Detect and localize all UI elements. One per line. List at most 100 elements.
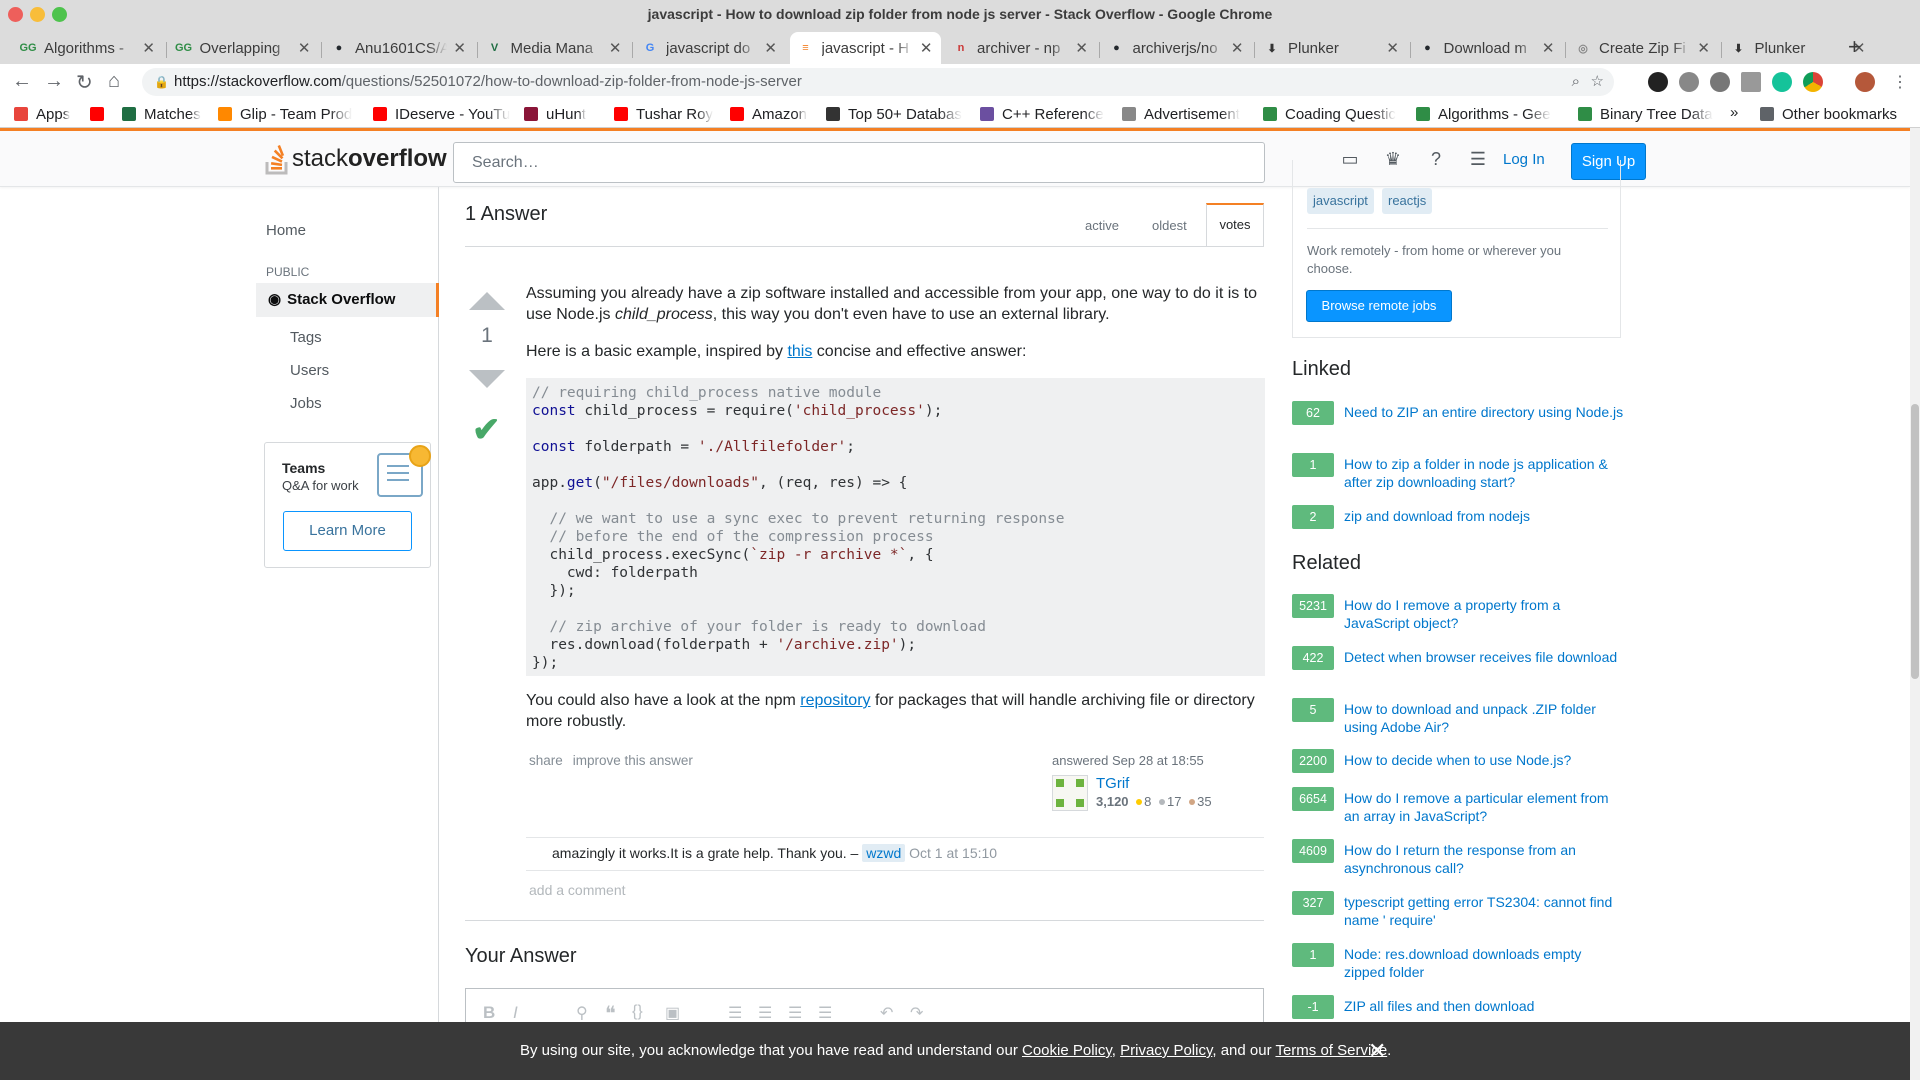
tag-javascript[interactable]: javascript (1307, 188, 1374, 214)
nav-stackoverflow[interactable]: ◉ Stack Overflow (256, 283, 439, 317)
grammarly-icon[interactable] (1772, 72, 1792, 92)
extension-icon[interactable] (1741, 72, 1761, 92)
new-tab-button[interactable]: + (1848, 34, 1861, 60)
answer-link[interactable]: this (787, 343, 812, 360)
upvote-arrow-icon[interactable] (469, 292, 505, 310)
improve-answer-link[interactable]: improve this answer (573, 753, 693, 768)
browser-tab[interactable]: ● Download m ✕ (1412, 32, 1563, 64)
close-icon[interactable]: ✕ (1368, 1038, 1386, 1064)
browser-tab[interactable]: ● archiverjs/no ✕ (1101, 32, 1252, 64)
question-link[interactable]: How do I return the response from an asy… (1344, 841, 1624, 877)
other-bookmarks-folder[interactable]: Other bookmarks (1760, 104, 1897, 124)
chrome-icon[interactable] (1803, 72, 1823, 92)
maximize-window-button[interactable] (52, 7, 67, 22)
browser-tab[interactable]: n archiver - np ✕ (945, 32, 1096, 64)
profile-avatar[interactable] (1855, 72, 1875, 92)
bookmark-star-icon[interactable]: ☆ (1591, 68, 1604, 96)
home-icon[interactable]: ⌂ (108, 70, 120, 93)
browser-tab[interactable]: GG Overlapping ✕ (168, 32, 319, 64)
comment-user-link[interactable]: wzwd (862, 844, 906, 862)
tab-close-icon[interactable]: ✕ (1542, 39, 1555, 57)
question-link[interactable]: How do I remove a property from a JavaSc… (1344, 596, 1624, 632)
tab-close-icon[interactable]: ✕ (764, 39, 777, 57)
tab-close-icon[interactable]: ✕ (609, 39, 622, 57)
heading-icon[interactable]: ☰ (788, 1003, 802, 1023)
bookmark-item[interactable]: C++ Reference (980, 104, 1104, 124)
bookmark-item[interactable]: Tushar Roy (614, 104, 713, 124)
scrollbar-thumb[interactable] (1911, 404, 1919, 679)
question-link[interactable]: How to decide when to use Node.js? (1344, 751, 1624, 769)
browser-tab[interactable]: ≡ javascript - H ✕ (789, 32, 941, 64)
user-name-link[interactable]: TGrif (1096, 775, 1129, 792)
numbered-list-icon[interactable]: ☰ (728, 1003, 742, 1023)
bookmark-item[interactable]: Matches (122, 104, 201, 124)
search-input[interactable]: Search… (453, 142, 1265, 183)
bookmark-item[interactable]: Glip - Team Prod (218, 104, 352, 124)
browser-tab[interactable]: ● Anu1601CS/A ✕ (323, 32, 474, 64)
close-window-button[interactable] (8, 7, 23, 22)
browse-remote-jobs-button[interactable]: Browse remote jobs (1306, 290, 1452, 322)
more-bookmarks-button[interactable]: » (1730, 104, 1738, 121)
bookmark-item[interactable]: Apps (14, 104, 70, 124)
nav-tags[interactable]: Tags (290, 329, 322, 346)
question-link[interactable]: Need to ZIP an entire directory using No… (1344, 403, 1624, 421)
question-link[interactable]: How to download and unpack .ZIP folder u… (1344, 700, 1624, 736)
avatar[interactable] (1052, 775, 1088, 811)
repository-link[interactable]: repository (800, 692, 870, 709)
tag-reactjs[interactable]: reactjs (1382, 188, 1433, 214)
browser-tab[interactable]: ◎ Create Zip Fi ✕ (1567, 32, 1718, 64)
minimize-window-button[interactable] (30, 7, 45, 22)
image-icon[interactable]: ▣ (665, 1003, 680, 1023)
back-arrow-icon[interactable]: ← (12, 70, 32, 93)
bookmark-item[interactable]: Amazon (730, 104, 807, 124)
tab-close-icon[interactable]: ✕ (298, 39, 311, 57)
so-logo[interactable]: stack overflow (264, 141, 447, 177)
tab-close-icon[interactable]: ✕ (1231, 39, 1244, 57)
question-link[interactable]: Detect when browser receives file downlo… (1344, 648, 1624, 666)
cookie-policy-link[interactable]: Cookie Policy (1022, 1042, 1112, 1059)
bookmark-item[interactable]: IDeserve - YouTu (373, 104, 510, 124)
bookmark-item[interactable]: uHunt (524, 104, 586, 124)
forward-arrow-icon[interactable]: → (44, 70, 64, 93)
nav-users[interactable]: Users (290, 362, 329, 379)
downvote-arrow-icon[interactable] (469, 370, 505, 388)
tab-close-icon[interactable]: ✕ (1386, 39, 1399, 57)
bookmark-item[interactable] (90, 104, 112, 124)
code-icon[interactable]: {} (632, 1003, 643, 1021)
bold-icon[interactable]: B (483, 1003, 495, 1023)
nav-home[interactable]: Home (266, 222, 306, 239)
question-link[interactable]: Node: res.download downloads empty zippe… (1344, 945, 1624, 981)
learn-more-button[interactable]: Learn More (283, 511, 412, 551)
bookmark-item[interactable]: Advertisement (1122, 104, 1240, 124)
bullet-list-icon[interactable]: ☰ (758, 1003, 772, 1023)
sort-votes-tab[interactable]: votes (1206, 203, 1264, 246)
italic-icon[interactable]: I (513, 1003, 518, 1023)
link-icon[interactable]: ⚲ (576, 1003, 588, 1023)
extension-icon[interactable] (1648, 72, 1668, 92)
extension-icon[interactable] (1679, 72, 1699, 92)
zoom-icon[interactable]: ⌕ (1572, 68, 1580, 96)
tab-close-icon[interactable]: ✕ (142, 39, 155, 57)
chrome-menu-icon[interactable]: ⋮ (1892, 72, 1908, 92)
tab-close-icon[interactable]: ✕ (920, 39, 933, 57)
question-link[interactable]: typescript getting error TS2304: cannot … (1344, 893, 1624, 929)
redo-icon[interactable]: ↷ (910, 1003, 923, 1023)
browser-tab[interactable]: GG Algorithms - ✕ (12, 32, 163, 64)
question-link[interactable]: zip and download from nodejs (1344, 507, 1624, 525)
undo-icon[interactable]: ↶ (880, 1003, 893, 1023)
browser-tab[interactable]: V Media Mana ✕ (479, 32, 630, 64)
question-link[interactable]: How to zip a folder in node js applicati… (1344, 455, 1624, 491)
extension-icon[interactable] (1710, 72, 1730, 92)
url-input[interactable]: 🔒 https://stackoverflow.com/questions/52… (142, 68, 1614, 96)
add-comment-link[interactable]: add a comment (529, 882, 626, 898)
tab-close-icon[interactable]: ✕ (1075, 39, 1088, 57)
sort-oldest-tab[interactable]: oldest (1152, 218, 1187, 233)
share-link[interactable]: share (529, 753, 563, 768)
question-link[interactable]: ZIP all files and then download (1344, 997, 1624, 1015)
question-link[interactable]: How do I remove a particular element fro… (1344, 789, 1624, 825)
sort-active-tab[interactable]: active (1085, 218, 1119, 233)
browser-tab[interactable]: ⬇ Plunker ✕ (1256, 32, 1407, 64)
hr-icon[interactable]: ☰ (818, 1003, 832, 1023)
bookmark-item[interactable]: Binary Tree Data (1578, 104, 1713, 124)
tab-close-icon[interactable]: ✕ (453, 39, 466, 57)
